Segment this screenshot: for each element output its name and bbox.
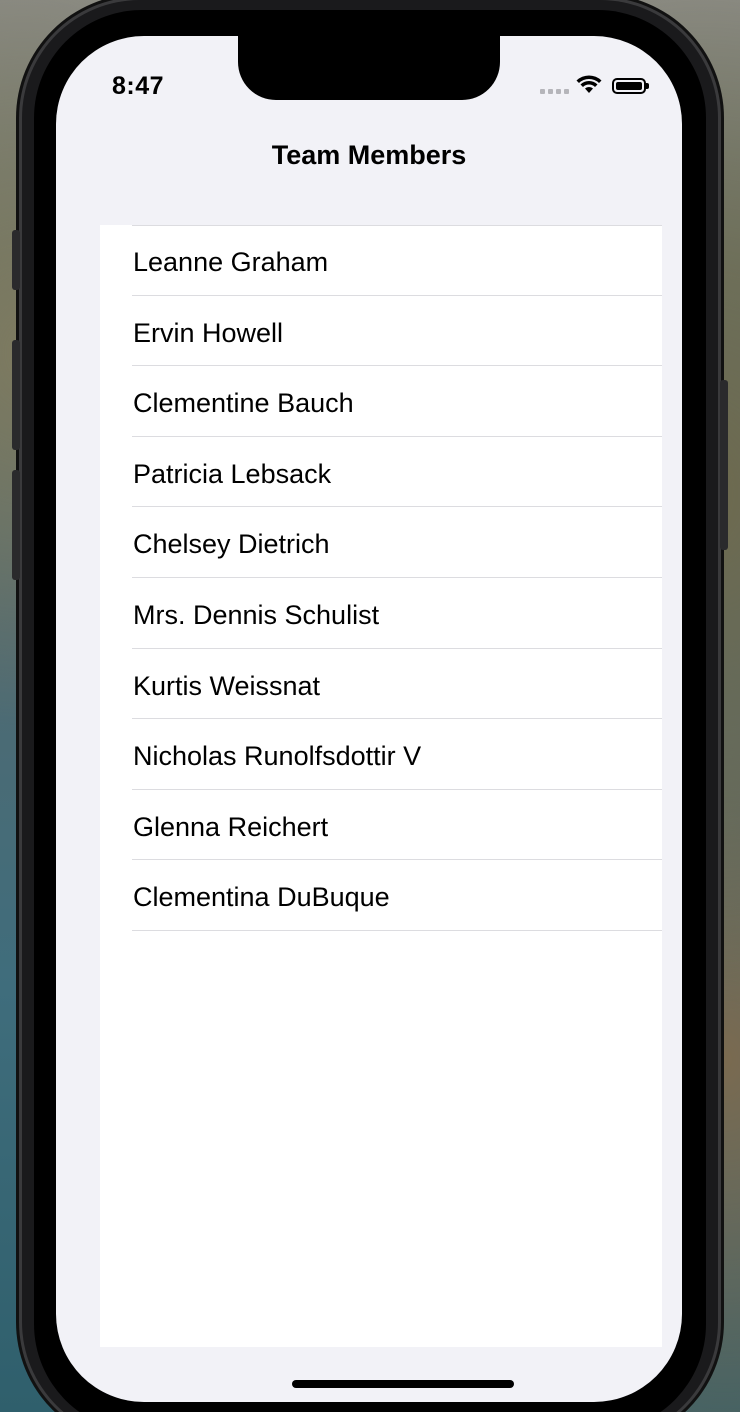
list-item[interactable]: Ervin Howell: [100, 296, 662, 367]
list-item[interactable]: Patricia Lebsack: [100, 437, 662, 508]
home-indicator[interactable]: [292, 1380, 514, 1388]
team-member-name: Patricia Lebsack: [133, 458, 332, 489]
app-screen: 8:47 Team Members Leanne Graham Ervin How…: [56, 36, 682, 1402]
battery-icon: [612, 78, 649, 94]
volume-up-button: [12, 340, 20, 450]
team-member-name: Clementina DuBuque: [133, 882, 390, 913]
team-member-name: Nicholas Runolfsdottir V: [133, 741, 422, 772]
volume-down-button: [12, 470, 20, 580]
list-item[interactable]: Glenna Reichert: [100, 790, 662, 861]
team-member-name: Clementine Bauch: [133, 388, 354, 419]
team-member-name: Glenna Reichert: [133, 811, 329, 842]
power-button: [720, 380, 728, 550]
list-item[interactable]: Leanne Graham: [100, 225, 662, 296]
row-divider: [132, 929, 662, 931]
team-members-list: Leanne Graham Ervin Howell Clementine Bauc…: [100, 225, 662, 1347]
team-member-name: Mrs. Dennis Schulist: [133, 599, 380, 630]
wifi-icon: [576, 75, 602, 93]
list-item[interactable]: Mrs. Dennis Schulist: [100, 578, 662, 649]
list-item[interactable]: Clementine Bauch: [100, 366, 662, 437]
team-member-name: Kurtis Weissnat: [133, 670, 321, 701]
device-frame: 8:47 Team Members Leanne Graham Ervin How…: [12, 0, 728, 1412]
team-member-name: Leanne Graham: [133, 247, 329, 277]
team-member-name: Chelsey Dietrich: [133, 529, 330, 560]
list-item[interactable]: Kurtis Weissnat: [100, 649, 662, 720]
cellular-signal-icon: [540, 89, 569, 94]
list-item[interactable]: Chelsey Dietrich: [100, 507, 662, 578]
notch: [238, 36, 500, 100]
device-bezel: 8:47 Team Members Leanne Graham Ervin How…: [34, 10, 706, 1412]
silent-switch: [12, 230, 20, 290]
status-time: 8:47: [112, 72, 165, 100]
list-item[interactable]: Nicholas Runolfsdottir V: [100, 719, 662, 790]
list-item[interactable]: Clementina DuBuque: [100, 860, 662, 931]
team-member-name: Ervin Howell: [133, 317, 284, 348]
page-title: Team Members: [271, 140, 467, 170]
